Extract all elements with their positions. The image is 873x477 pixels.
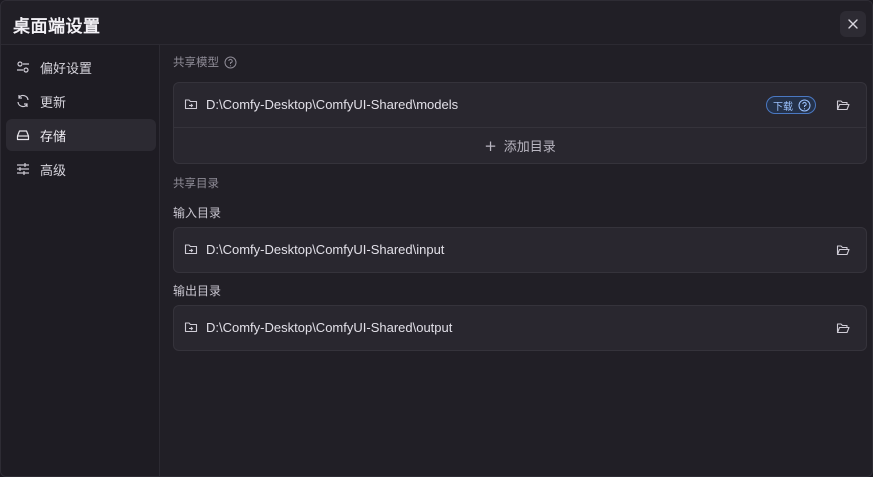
shared-models-section-title: 共享模型 xyxy=(173,54,237,70)
sliders-icon xyxy=(15,60,30,75)
open-folder-button[interactable] xyxy=(833,240,853,260)
section-title-text: 共享模型 xyxy=(173,55,219,69)
dialog-header: 桌面端设置 xyxy=(1,1,872,45)
sidebar-item-label: 存储 xyxy=(40,129,67,145)
folder-open-icon xyxy=(836,98,850,112)
download-badge[interactable]: 下载 xyxy=(766,96,816,114)
storage-settings-panel: 共享模型 D:\Comfy-Desktop\ComfyUI-Shared\mod… xyxy=(161,45,872,476)
input-path-row: D:\Comfy-Desktop\ComfyUI-Shared\input xyxy=(174,228,866,272)
sidebar-item-label: 更新 xyxy=(40,95,67,111)
output-path-row: D:\Comfy-Desktop\ComfyUI-Shared\output xyxy=(174,306,866,350)
shared-models-card: D:\Comfy-Desktop\ComfyUI-Shared\models 下… xyxy=(173,82,867,164)
sidebar-item-label: 偏好设置 xyxy=(40,61,93,77)
folder-link-icon xyxy=(184,242,198,256)
input-dir-card: D:\Comfy-Desktop\ComfyUI-Shared\input xyxy=(173,227,867,273)
sidebar-item-preferences[interactable]: 偏好设置 xyxy=(6,51,156,83)
sidebar-item-update[interactable]: 更新 xyxy=(6,85,156,117)
folder-link-icon xyxy=(184,97,198,111)
folder-open-icon xyxy=(836,321,850,335)
hard-drive-icon xyxy=(15,128,30,143)
model-path-row: D:\Comfy-Desktop\ComfyUI-Shared\models 下… xyxy=(174,83,866,127)
input-path-text: D:\Comfy-Desktop\ComfyUI-Shared\input xyxy=(206,242,445,257)
sidebar: 偏好设置 更新 存储 高级 xyxy=(1,45,160,476)
add-directory-button[interactable]: + 添加目录 xyxy=(174,127,866,163)
sidebar-item-storage[interactable]: 存储 xyxy=(6,119,156,151)
close-icon xyxy=(847,18,859,30)
output-dir-card: D:\Comfy-Desktop\ComfyUI-Shared\output xyxy=(173,305,867,351)
help-icon[interactable] xyxy=(798,99,811,112)
close-button[interactable] xyxy=(840,11,866,37)
refresh-icon xyxy=(15,94,30,109)
sidebar-item-label: 高级 xyxy=(40,163,67,179)
folder-link-icon xyxy=(184,320,198,334)
open-folder-button[interactable] xyxy=(833,318,853,338)
help-icon[interactable] xyxy=(224,56,237,69)
shared-dirs-section-title: 共享目录 xyxy=(173,176,219,190)
badge-label: 下载 xyxy=(773,101,793,113)
settings-sliders-icon xyxy=(15,162,30,177)
input-dir-label: 输入目录 xyxy=(173,206,222,220)
dialog-title: 桌面端设置 xyxy=(13,17,101,37)
folder-open-icon xyxy=(836,243,850,257)
output-dir-label: 输出目录 xyxy=(173,284,222,298)
open-folder-button[interactable] xyxy=(833,95,853,115)
plus-icon: + xyxy=(484,136,497,155)
add-directory-label: 添加目录 xyxy=(503,140,556,155)
output-path-text: D:\Comfy-Desktop\ComfyUI-Shared\output xyxy=(206,320,453,335)
settings-dialog: 桌面端设置 偏好设置 更新 存储 高级 共享模型 D:\Comfy-Deskto… xyxy=(0,0,873,477)
sidebar-item-advanced[interactable]: 高级 xyxy=(6,153,156,185)
model-path-text: D:\Comfy-Desktop\ComfyUI-Shared\models xyxy=(206,97,459,112)
